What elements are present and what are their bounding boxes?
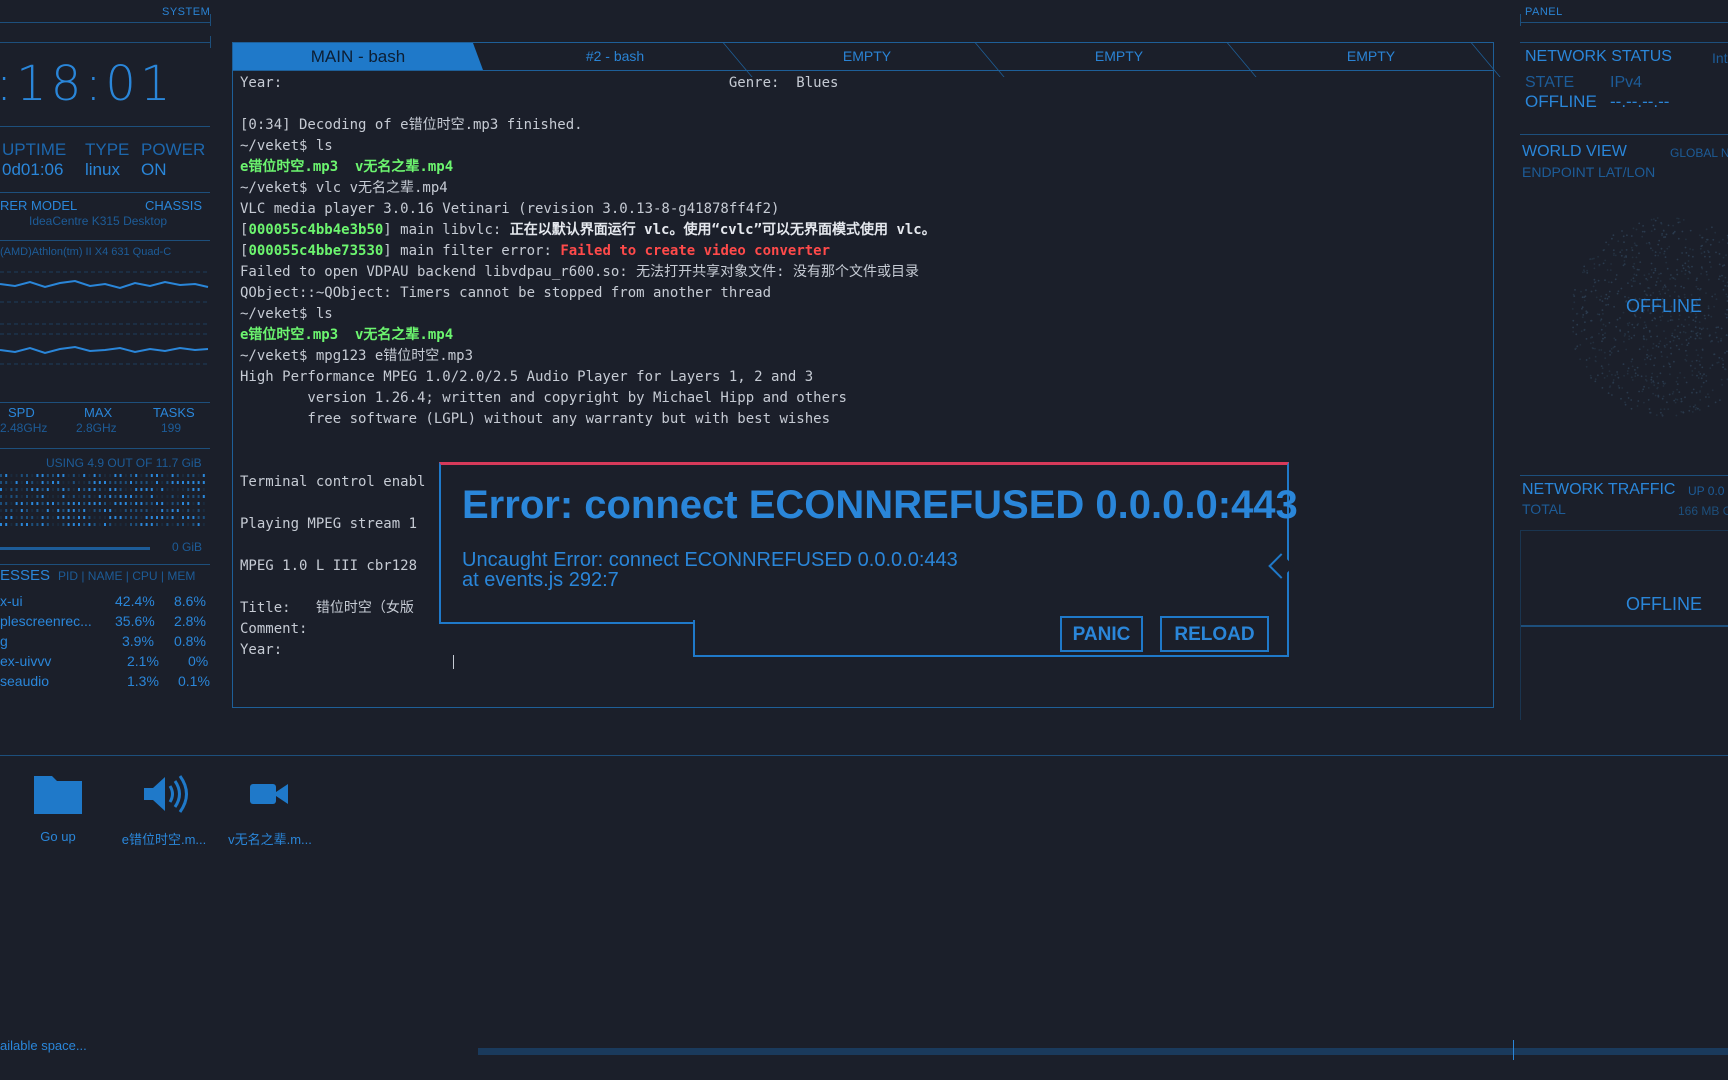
- terminal-line: High Performance MPEG 1.0/2.0/2.5 Audio …: [240, 369, 814, 385]
- network-interface: Int: [1712, 50, 1728, 66]
- error-modal: Error: connect ECONNREFUSED 0.0.0.0:443 …: [439, 462, 1298, 657]
- cpu-spd-label: SPD: [8, 405, 35, 420]
- world-view-title: WORLD VIEW: [1522, 143, 1627, 160]
- model-value: IdeaCentre K315 Desktop: [29, 214, 168, 228]
- world-view-sub: GLOBAL N: [1670, 146, 1728, 160]
- panel-label: PANEL: [1525, 6, 1563, 18]
- terminal-line: Year:: [240, 642, 283, 658]
- terminal-line: ~/veket$ vlc v无名之辈.mp4: [240, 180, 448, 196]
- terminal-line: free software (LGPL) without any warrant…: [240, 411, 831, 427]
- disk-space-label: ailable space...: [0, 1038, 87, 1053]
- swap-bar: [0, 547, 150, 550]
- tab-empty-3[interactable]: EMPTY: [747, 43, 987, 70]
- terminal-line: [0:34] Decoding of e错位时空.mp3 finished.: [240, 117, 583, 133]
- speaker-icon: [144, 775, 188, 813]
- traffic-total-value: 166 MB OU: [1678, 504, 1728, 518]
- network-status-title: NETWORK STATUS: [1525, 48, 1672, 65]
- terminal-line: ~/veket$ mpg123 e错位时空.mp3: [240, 348, 474, 364]
- terminal-line: ~/veket$ ls: [240, 306, 333, 322]
- world-view-status: OFFLINE: [1626, 296, 1703, 316]
- file-item-mp4[interactable]: v无名之辈.m...: [220, 770, 320, 848]
- terminal-tabs: MAIN - bash #2 - bash EMPTY EMPTY EMPTY: [233, 43, 1501, 77]
- uptime-value: 0d01:06: [2, 160, 64, 179]
- state-value: OFFLINE: [1525, 92, 1597, 111]
- terminal-line: VLC media player 3.0.16 Vetinari (revisi…: [240, 201, 780, 217]
- terminal-line: Comment:: [240, 621, 308, 637]
- terminal-line: Playing MPEG stream 1: [240, 516, 418, 532]
- video-camera-icon: [250, 784, 288, 804]
- file-item-go-up[interactable]: Go up: [8, 770, 108, 844]
- state-label: STATE: [1525, 74, 1575, 91]
- cpu-tasks-value: 199: [161, 421, 182, 435]
- folder-icon: [34, 776, 82, 814]
- process-row: g 3.9% 0.8%: [0, 633, 206, 649]
- endpoint-label: ENDPOINT LAT/LON: [1522, 164, 1656, 180]
- chassis-label: CHASSIS: [145, 198, 203, 213]
- model-label: RER MODEL: [0, 198, 78, 213]
- tab-main-bash[interactable]: MAIN - bash: [233, 43, 483, 70]
- power-value: ON: [141, 160, 167, 179]
- error-title: Error: connect ECONNREFUSED 0.0.0.0:443: [462, 483, 1298, 527]
- ipv4-value: --.--.--.--: [1610, 92, 1670, 111]
- file-item-mp3[interactable]: e错位时空.m...: [114, 770, 214, 848]
- uptime-label: UPTIME: [2, 140, 67, 159]
- panic-button[interactable]: PANIC: [1060, 616, 1143, 652]
- terminal-line: Year: Genre: Blues: [240, 75, 839, 91]
- system-label: SYSTEM: [162, 6, 211, 18]
- network-panel: PANEL NETWORK STATUS Int STATE OFFLINE I…: [1510, 0, 1728, 730]
- type-value: linux: [85, 160, 120, 179]
- cpu-spd-value: 2.48GHz: [0, 421, 48, 435]
- processes-columns: PID | NAME | CPU | MEM: [58, 569, 196, 583]
- error-message: Uncaught Error: connect ECONNREFUSED 0.0…: [462, 549, 958, 591]
- terminal-line: QObject::~QObject: Timers cannot be stop…: [240, 285, 772, 301]
- clock: :18:01: [0, 56, 175, 112]
- terminal-line: version 1.26.4; written and copyright by…: [240, 390, 847, 406]
- file-browser-divider: [0, 755, 1728, 756]
- tab-empty-4[interactable]: EMPTY: [999, 43, 1239, 70]
- network-traffic-status: OFFLINE: [1626, 594, 1703, 614]
- traffic-total-label: TOTAL: [1522, 501, 1566, 517]
- terminal-line: Failed to open VDPAU backend libvdpau_r6…: [240, 264, 920, 280]
- tab-2-bash[interactable]: #2 - bash: [495, 43, 735, 70]
- cpu-tasks-label: TASKS: [153, 405, 195, 420]
- disk-usage-bar: [478, 1048, 1728, 1055]
- cpu-max-value: 2.8GHz: [76, 421, 117, 435]
- memory-grid: [0, 474, 205, 526]
- terminal-line: MPEG 1.0 L III cbr128: [240, 558, 418, 574]
- terminal-line: [000055c4bb4e3b50] main libvlc: 正在以默认界面运…: [240, 222, 936, 238]
- cpu-max-label: MAX: [84, 405, 113, 420]
- ipv4-label: IPv4: [1610, 74, 1643, 91]
- system-panel: SYSTEM :18:01 UPTIME 0d01:06 TYPE linux …: [0, 0, 212, 700]
- power-label: POWER: [141, 140, 206, 159]
- cpu-name: (AMD)Athlon(tm) II X4 631 Quad-C: [0, 246, 172, 258]
- reload-button[interactable]: RELOAD: [1160, 616, 1269, 652]
- swap-value: 0 GiB: [172, 540, 203, 554]
- terminal-line: e错位时空.mp3 v无名之辈.mp4: [240, 159, 454, 175]
- process-row: plescreenrec... 35.6% 2.8%: [0, 613, 206, 629]
- processes-title: ESSES: [0, 567, 51, 584]
- text-cursor-icon: [453, 655, 454, 669]
- process-row: ex-uivvv 2.1% 0%: [0, 653, 209, 669]
- cpu-graph: [0, 271, 210, 365]
- traffic-up: UP 0.0: [1688, 484, 1725, 498]
- memory-usage: USING 4.9 OUT OF 11.7 GiB: [46, 456, 202, 470]
- globe-icon: [1571, 217, 1728, 417]
- terminal-line: ~/veket$ ls: [240, 138, 333, 154]
- tab-empty-5[interactable]: EMPTY: [1251, 43, 1491, 70]
- terminal-line: [000055c4bbe73530] main filter error: Fa…: [240, 243, 831, 259]
- terminal-line: Title: 错位时空（女版: [240, 600, 414, 616]
- type-label: TYPE: [85, 140, 130, 159]
- terminal-line: e错位时空.mp3 v无名之辈.mp4: [240, 327, 454, 343]
- process-row: x-ui 42.4% 8.6%: [0, 593, 206, 609]
- process-row: seaudio 1.3% 0.1%: [0, 673, 210, 689]
- network-traffic-title: NETWORK TRAFFIC: [1522, 481, 1676, 498]
- terminal-line: Terminal control enabl: [240, 474, 426, 490]
